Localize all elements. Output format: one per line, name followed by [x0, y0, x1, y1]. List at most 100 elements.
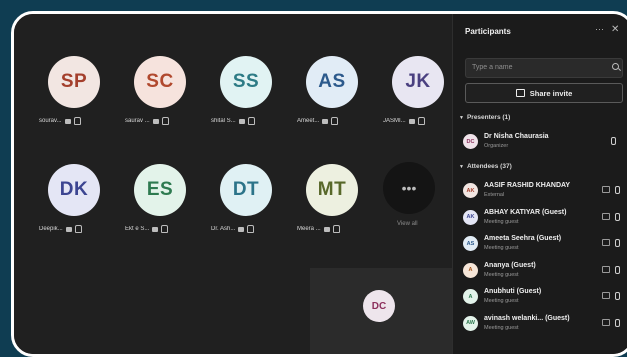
participant-row[interactable]: A Ananya (Guest) Meeting guest — [463, 261, 625, 281]
caret-down-icon: ▼ — [459, 115, 464, 121]
participant-row[interactable]: AK AASIF RASHID KHANDAY External — [463, 181, 625, 201]
participant-avatar: SC — [134, 56, 186, 108]
camera-off-icon — [238, 118, 245, 124]
self-view[interactable]: DC — [310, 268, 456, 354]
participant-avatar: DT — [220, 164, 272, 216]
mic-muted-icon — [331, 117, 339, 125]
participant-tile[interactable]: JK JASMI... — [383, 54, 463, 134]
participant-role: Organizer — [484, 143, 509, 149]
row-controls — [602, 186, 620, 194]
participant-name: Anubhuti (Guest) — [484, 288, 542, 295]
tile-footer: shital S... — [211, 114, 301, 128]
presenters-section-toggle[interactable]: ▼ Presenters (1) — [459, 114, 510, 121]
mic-muted-icon — [332, 225, 340, 233]
camera-off-icon — [152, 226, 159, 232]
camera-off-icon — [322, 118, 329, 124]
participant-name: Dr. Ash... — [211, 226, 236, 232]
camera-off-icon — [65, 226, 72, 232]
participant-avatar: SP — [48, 56, 100, 108]
mic-icon — [615, 292, 620, 300]
participant-search[interactable] — [465, 58, 623, 78]
mic-muted-icon — [74, 225, 82, 233]
participant-name: AASIF RASHID KHANDAY — [484, 182, 571, 189]
mic-icon — [615, 212, 620, 221]
participant-tile[interactable]: MT Meera ... — [297, 162, 377, 242]
share-icon — [515, 89, 525, 97]
camera-icon — [602, 318, 610, 326]
participant-avatar: SS — [220, 56, 272, 108]
tile-footer: saurav ... — [125, 114, 215, 128]
participant-role: Meeting guest — [484, 298, 519, 304]
attendees-section-toggle[interactable]: ▼ Attendees (37) — [459, 163, 512, 170]
tile-footer: Ameet... — [297, 114, 387, 128]
participant-row[interactable]: DC Dr Nisha Chaurasia Organizer — [463, 132, 625, 152]
participant-role: Meeting guest — [484, 324, 519, 331]
ellipsis-icon[interactable]: ••• — [383, 162, 435, 214]
camera-icon — [602, 212, 610, 220]
camera-off-icon — [408, 118, 415, 124]
mic-muted-icon — [247, 225, 255, 233]
participant-role: Meeting guest — [484, 245, 519, 251]
participant-avatar: AK — [463, 209, 478, 225]
search-input[interactable] — [472, 62, 602, 73]
camera-icon — [602, 292, 610, 299]
participant-name: shital S... — [211, 118, 236, 124]
participant-row[interactable]: AK ABHAY KATIYAR (Guest) Meeting guest — [463, 208, 625, 228]
participant-tile[interactable]: DT Dr. Ash... — [211, 162, 291, 242]
mic-muted-icon — [161, 225, 169, 233]
participant-row[interactable]: A Anubhuti (Guest) Meeting guest — [463, 287, 625, 307]
participant-tile[interactable]: AS Ameet... — [297, 54, 377, 134]
row-controls — [602, 212, 620, 221]
view-all-label: View all — [397, 221, 418, 227]
participant-name: saurav ... — [125, 118, 150, 124]
row-controls — [602, 239, 620, 247]
share-invite-label: Share invite — [529, 88, 573, 98]
participant-tile[interactable]: DK Deepik... — [39, 162, 119, 242]
participant-name: Ameet... — [297, 118, 320, 124]
participant-row[interactable]: AS Ameeta Seehra (Guest) Meeting guest — [463, 234, 625, 254]
mic-icon — [615, 239, 620, 247]
participant-name: JASMI... — [383, 118, 406, 124]
participant-avatar: AS — [306, 56, 358, 108]
tile-footer: sourav... — [39, 114, 129, 128]
participant-tile[interactable]: SP sourav... — [39, 54, 119, 134]
mic-icon — [615, 186, 620, 194]
mic-icon — [611, 137, 616, 145]
participants-panel: Participants ··· ✕ Share invite ▼Present… — [452, 14, 627, 354]
participant-avatar: AK — [463, 183, 478, 198]
participant-avatar: AS — [463, 236, 478, 251]
participant-avatar: DC — [463, 134, 478, 149]
tile-footer: Meera ... — [297, 222, 387, 236]
self-avatar: DC — [363, 290, 395, 322]
participant-row[interactable]: AW avinash welanki... (Guest) Meeting gues… — [463, 314, 625, 334]
mic-icon — [615, 318, 620, 327]
participant-tile[interactable]: SS shital S... — [211, 54, 291, 134]
participant-name: Deepik... — [39, 226, 63, 232]
participant-avatar: MT — [306, 164, 358, 216]
share-invite-button[interactable]: Share invite — [465, 83, 623, 103]
participant-role: Meeting guest — [484, 218, 519, 225]
search-icon[interactable] — [612, 63, 619, 70]
participant-tile[interactable]: SC saurav ... — [125, 54, 205, 134]
row-controls — [611, 137, 616, 145]
participant-avatar: A — [463, 262, 478, 278]
participant-name: Ameeta Seehra (Guest) — [484, 235, 562, 242]
video-grid: SP sourav... SC saurav ... SS shital S... AS Am… — [14, 14, 456, 354]
close-icon[interactable]: ✕ — [611, 24, 619, 35]
participant-role: External — [484, 192, 505, 198]
camera-icon — [602, 186, 610, 193]
camera-off-icon — [64, 118, 71, 124]
camera-off-icon — [238, 226, 245, 232]
caret-down-icon: ▼ — [459, 164, 464, 170]
participant-name: sourav... — [39, 118, 62, 124]
participant-tile[interactable]: ES Ekt e S... — [125, 162, 205, 242]
tile-footer: Dr. Ash... — [211, 222, 301, 236]
presenters-label: Presenters (1) — [466, 114, 511, 121]
mic-muted-icon — [73, 117, 81, 125]
participant-avatar: DK — [48, 164, 100, 216]
camera-off-icon — [152, 118, 159, 124]
more-options-icon[interactable]: ··· — [595, 24, 604, 34]
participant-avatar: A — [463, 289, 478, 304]
panel-title: Participants — [465, 27, 511, 36]
participant-role: Meeting guest — [484, 271, 519, 278]
